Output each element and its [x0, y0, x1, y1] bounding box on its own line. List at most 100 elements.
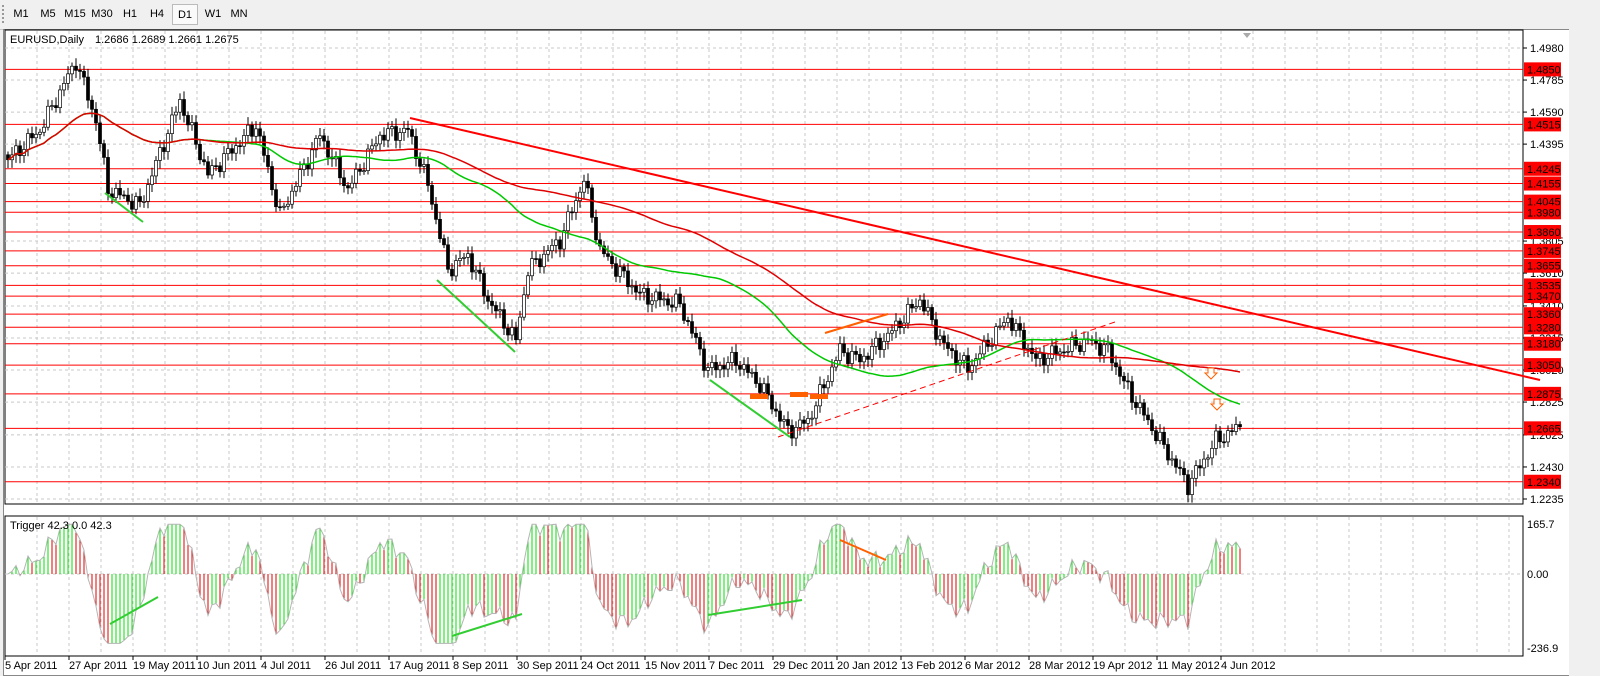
candle-bear [90, 99, 94, 110]
candle-bear [138, 196, 142, 202]
candle-bear [858, 354, 862, 363]
candle-bull [134, 196, 138, 210]
candle-bear [1198, 465, 1202, 469]
candle-bear [626, 270, 630, 288]
candle-bear [410, 129, 414, 137]
candle-bull [50, 105, 54, 107]
x-tick-label: 15 Nov 2011 [645, 660, 707, 672]
candle-bull [46, 105, 50, 128]
candle-bear [1054, 345, 1058, 355]
candle-bull [830, 366, 834, 382]
candle-bull [70, 65, 74, 75]
level-price-label: 1.3050 [1527, 360, 1561, 372]
candle-bear [910, 303, 914, 309]
candle-bear [686, 320, 690, 322]
candle-bear [770, 394, 774, 410]
candle-bear [450, 268, 454, 277]
candle-bear [102, 143, 106, 158]
candle-bull [1210, 448, 1214, 459]
candle-bull [298, 169, 302, 187]
candle-bull [1138, 402, 1142, 408]
candle-bear [214, 165, 218, 168]
main-plot-area [4, 29, 1524, 505]
candle-bull [998, 325, 1002, 328]
candle-bull [926, 307, 930, 312]
candle-bull [886, 332, 890, 342]
candle-bull [294, 185, 298, 192]
candle-bull [458, 258, 462, 261]
candle-bull [174, 111, 178, 116]
candle-bull [310, 149, 314, 170]
candle-bull [226, 148, 230, 155]
candle-bear [30, 133, 34, 139]
x-tick-label: 19 Apr 2012 [1093, 660, 1152, 672]
candle-bear [606, 253, 610, 257]
level-price-label: 1.3470 [1527, 291, 1561, 303]
candle-bull [994, 326, 998, 346]
candle-bear [634, 285, 638, 293]
candle-bull [578, 191, 582, 201]
candle-bear [130, 200, 134, 210]
candle-bull [522, 294, 526, 318]
candle-bull [730, 352, 734, 363]
candle-bear [934, 319, 938, 340]
candle-bull [1170, 458, 1174, 461]
candle-bear [1130, 381, 1134, 403]
candle-bear [898, 320, 902, 328]
candle-bear [786, 419, 790, 426]
candle-bear [954, 350, 958, 366]
candle-bull [254, 128, 258, 137]
candle-bear [946, 342, 950, 349]
candle-bull [1214, 430, 1218, 449]
candle-bull [462, 256, 466, 259]
candle-bear [754, 371, 758, 384]
x-tick-label: 4 Jul 2011 [261, 660, 311, 672]
candle-bull [914, 306, 918, 309]
candle-bear [162, 147, 166, 152]
candle-bear [1182, 468, 1186, 476]
candle-bear [494, 305, 498, 312]
candle-bull [378, 134, 382, 145]
x-tick-label: 27 Apr 2011 [69, 660, 128, 672]
candle-bear [54, 105, 58, 108]
candle-bull [38, 131, 42, 135]
price-chart[interactable]: 1.49801.47851.45901.43951.38051.36101.34… [0, 0, 1600, 676]
candle-bull [1234, 424, 1238, 432]
y-tick-label: 1.2235 [1530, 494, 1564, 506]
candle-bear [322, 135, 326, 142]
ohlc-values: 1.2686 1.2689 1.2661 1.2675 [95, 34, 239, 46]
x-tick-label: 7 Dec 2011 [709, 660, 764, 672]
candle-bear [622, 266, 626, 272]
candle-bear [734, 352, 738, 366]
candle-bear [230, 148, 234, 154]
candle-bear [702, 348, 706, 371]
candle-bear [614, 263, 618, 277]
candle-bull [906, 303, 910, 324]
candle-bull [1006, 317, 1010, 323]
candle-bear [274, 189, 278, 208]
candle-bull [1002, 322, 1006, 327]
candle-bull [402, 127, 406, 133]
candle-bear [122, 194, 126, 197]
candle-bull [1194, 465, 1198, 479]
candle-bull [814, 405, 818, 419]
candle-bear [854, 351, 858, 355]
candle-bull [742, 364, 746, 370]
candle-bear [74, 65, 78, 71]
candle-bull [66, 73, 70, 84]
candle-bear [778, 410, 782, 422]
level-price-label: 1.3980 [1527, 207, 1561, 219]
candle-bear [338, 156, 342, 179]
candle-bull [918, 299, 922, 307]
candle-bear [266, 154, 270, 167]
level-price-label: 1.4850 [1527, 64, 1561, 76]
candle-bull [1102, 344, 1106, 356]
x-tick-label: 10 Jun 2011 [197, 660, 257, 672]
candle-bear [82, 71, 86, 78]
candle-bull [630, 285, 634, 288]
level-price-label: 1.2665 [1527, 423, 1561, 435]
candle-bull [810, 417, 814, 420]
candle-bull [518, 316, 522, 341]
level-price-label: 1.2875 [1527, 389, 1561, 401]
candle-bear [774, 408, 778, 412]
